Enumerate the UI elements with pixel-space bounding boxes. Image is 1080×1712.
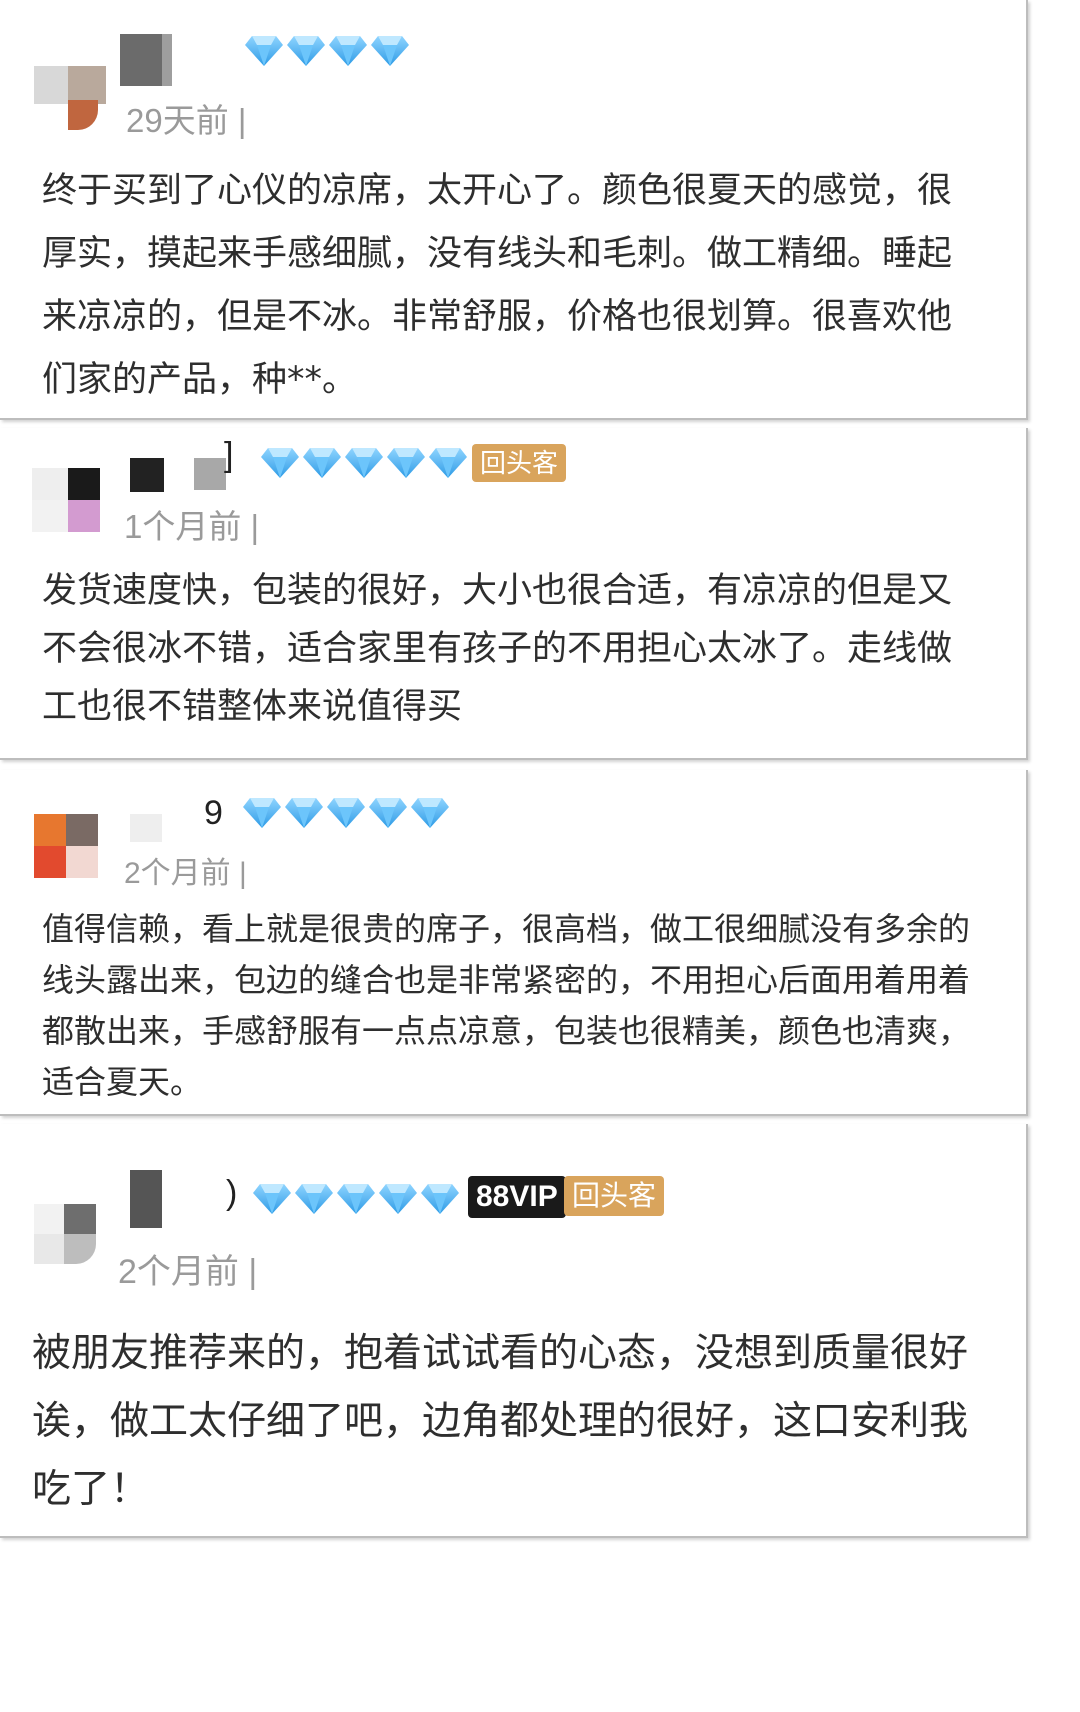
- diamond-icon: [420, 1178, 460, 1218]
- review-card: 29天前 | 终于买到了心仪的凉席，太开心了。颜色很夏天的感觉，很厚实，摸起来手…: [0, 0, 1028, 420]
- review-text: 值得信赖，看上就是很贵的席子，很高档，做工很细腻没有多余的线头露出来，包边的缝合…: [42, 910, 971, 1101]
- review-time: 29天前 |: [126, 102, 247, 139]
- diamond-icon: [286, 30, 326, 70]
- diamond-icon: [326, 792, 366, 832]
- vip-badge: 88VIP: [468, 1176, 566, 1218]
- diamond-icon: [284, 792, 324, 832]
- returning-customer-badge: 回头客: [472, 444, 567, 482]
- user-name-suffix: 9: [204, 794, 223, 832]
- review-text: 被朋友推荐来的，抱着试试看的心态，没想到质量很好诶，做工太仔细了吧，边角都处理的…: [32, 1331, 969, 1512]
- review-card: ) 88VIP 回头客 2个月前 | 被朋友推荐来的，抱着试试看的心态，没想到质…: [0, 1124, 1028, 1538]
- diamond-icon: [302, 442, 342, 482]
- diamond-icon: [336, 1178, 376, 1218]
- level-diamonds: [244, 30, 410, 70]
- level-diamonds: [260, 442, 468, 482]
- review-time: 1个月前 |: [124, 508, 260, 545]
- diamond-icon: [252, 1178, 292, 1218]
- user-name-suffix: ]: [224, 436, 234, 474]
- diamond-icon: [344, 442, 384, 482]
- review-card: 9 2个月前 | 值得信赖，看上就是很贵的席子，很高档，做工很细腻没有多余的线头…: [0, 770, 1028, 1116]
- diamond-icon: [260, 442, 300, 482]
- diamond-icon: [386, 442, 426, 482]
- returning-customer-badge: 回头客: [564, 1176, 665, 1216]
- avatar[interactable]: [34, 1204, 110, 1280]
- review-text: 终于买到了心仪的凉席，太开心了。颜色很夏天的感觉，很厚实，摸起来手感细腻，没有线…: [42, 171, 953, 400]
- review-text: 发货速度快，包装的很好，大小也很合适，有凉凉的但是又不会很冰不错，适合家里有孩子…: [42, 571, 953, 727]
- diamond-icon: [244, 30, 284, 70]
- avatar[interactable]: [30, 468, 106, 544]
- avatar[interactable]: [34, 814, 110, 890]
- diamond-icon: [428, 442, 468, 482]
- review-card: ] 回头客 1个月前 | 发货速度快，包装的很好，大小也很合适，有凉凉的但是又不…: [0, 428, 1028, 760]
- level-diamonds: [252, 1178, 460, 1218]
- review-time: 2个月前 |: [124, 857, 247, 890]
- review-time: 2个月前 |: [118, 1253, 258, 1291]
- diamond-icon: [294, 1178, 334, 1218]
- diamond-icon: [370, 30, 410, 70]
- diamond-icon: [378, 1178, 418, 1218]
- level-diamonds: [242, 792, 450, 832]
- diamond-icon: [242, 792, 282, 832]
- diamond-icon: [368, 792, 408, 832]
- diamond-icon: [328, 30, 368, 70]
- diamond-icon: [410, 792, 450, 832]
- avatar[interactable]: [34, 52, 110, 130]
- user-name-suffix: ): [226, 1174, 238, 1212]
